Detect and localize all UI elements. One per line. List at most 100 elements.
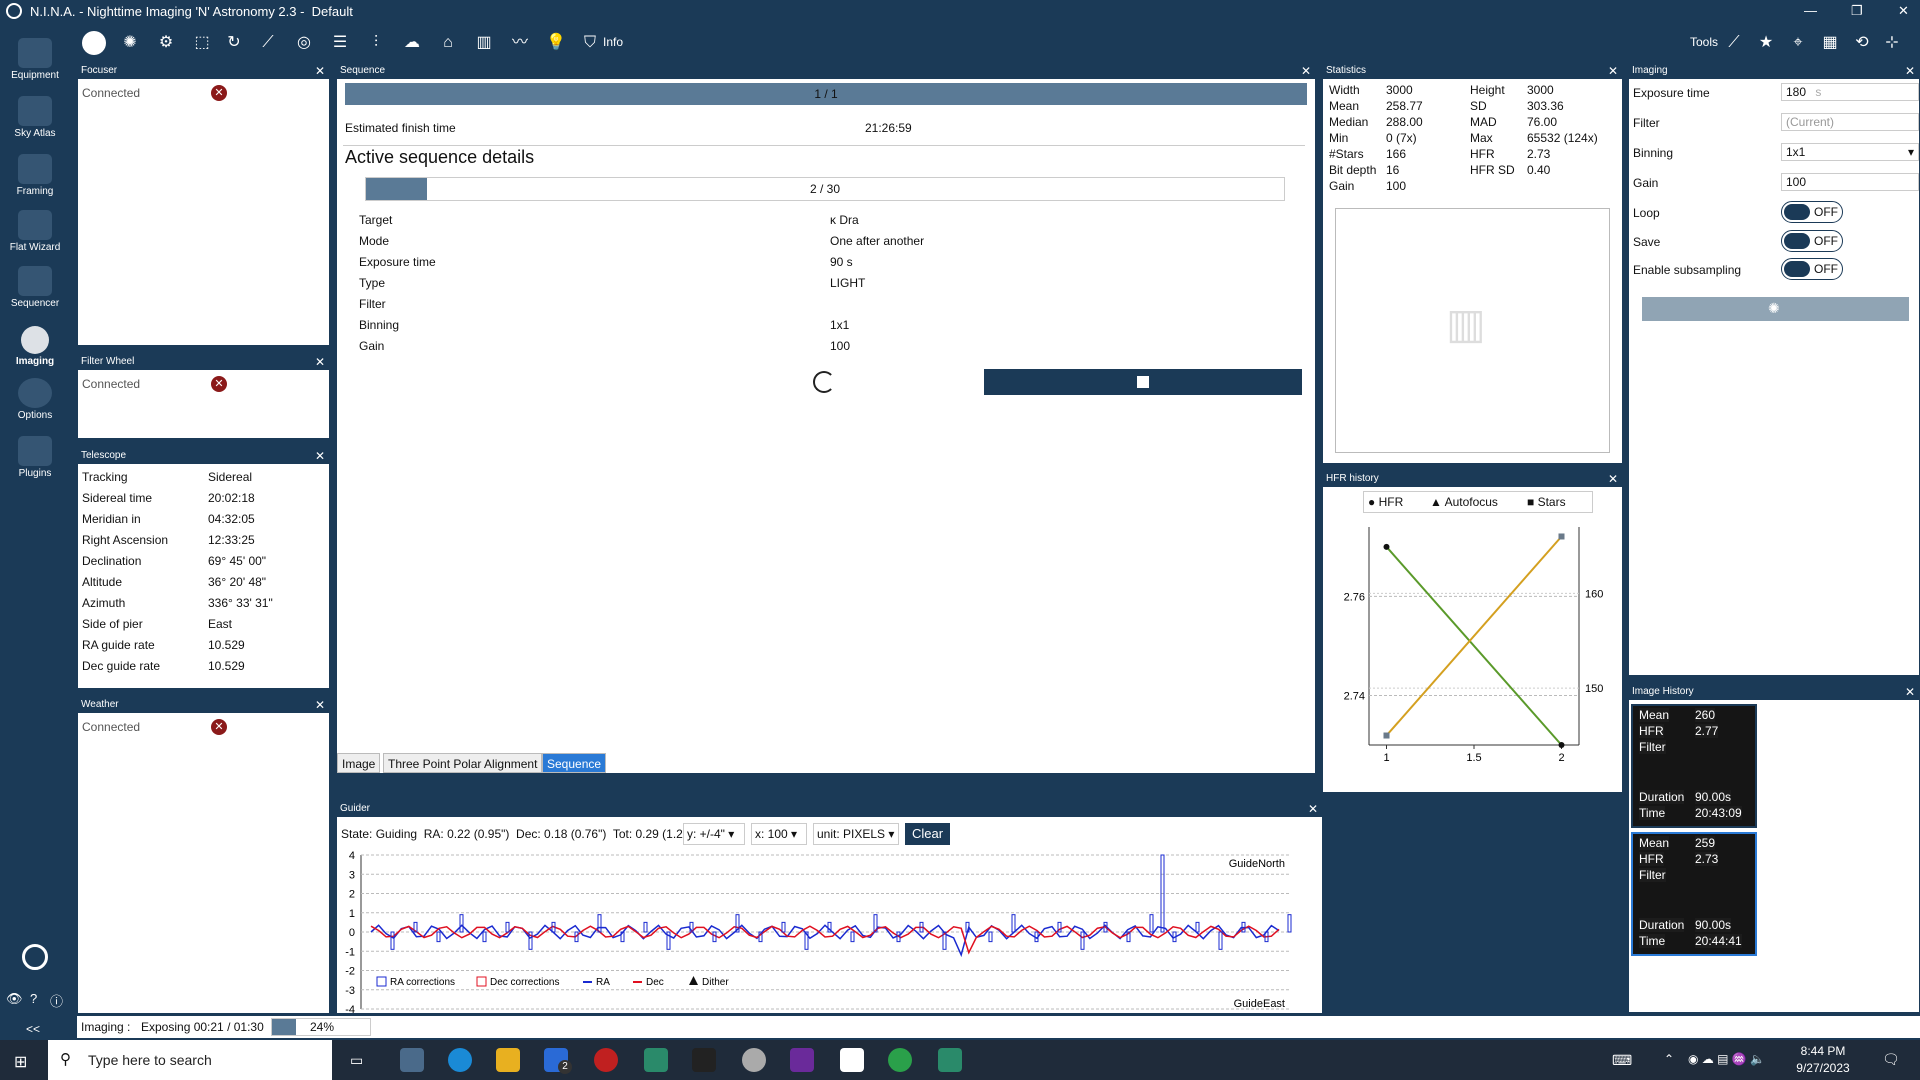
status-progress-fill xyxy=(272,1019,296,1035)
stop-sequence-button[interactable] xyxy=(984,369,1302,395)
guider-chart: 4 3 2 1 0 -1 -2 -3 -4 GuideNorth GuideEast RA corre… xyxy=(345,850,1292,1013)
overall-progress-bar: 1 / 1 xyxy=(345,83,1307,105)
info-icon[interactable]: ⓘ xyxy=(50,991,63,1010)
windows-start-icon[interactable]: ⊞ xyxy=(14,1052,27,1072)
guider-icon[interactable]: ◎ xyxy=(292,31,316,55)
history-icon[interactable]: ⟲ xyxy=(1850,31,1874,55)
close-icon[interactable]: ✕ xyxy=(1905,63,1915,79)
history-card[interactable]: Mean 259 HFR 2.73 Filter Duration 90.00s Ti… xyxy=(1631,832,1757,956)
close-icon[interactable]: ✕ xyxy=(315,354,325,370)
sidebar-item-plugins[interactable]: Plugins xyxy=(0,436,70,479)
app-icon-green[interactable] xyxy=(888,1048,912,1072)
keyboard-icon[interactable]: ⌨ xyxy=(1612,1052,1632,1069)
save-toggle[interactable]: OFF xyxy=(1781,230,1843,252)
mail-icon[interactable]: 2 xyxy=(544,1048,572,1074)
stop-icon xyxy=(1137,376,1149,388)
tray-icons[interactable]: ◉ ☁ ▤ ♒ 🔈 xyxy=(1688,1052,1765,1066)
hfr-left-tick: 2.76 xyxy=(1344,591,1365,603)
stat-label: MAD xyxy=(1470,115,1497,129)
weather-cloud-icon[interactable]: ☁ xyxy=(400,31,424,55)
filter-select[interactable]: (Current) xyxy=(1781,113,1919,131)
sidebar-item-framing[interactable]: Framing xyxy=(0,154,70,197)
stat-value: 3000 xyxy=(1527,83,1554,97)
taskbar-search-box[interactable]: ⚲ Type here to search xyxy=(48,1040,332,1080)
close-icon[interactable]: ✕ xyxy=(1608,63,1618,79)
sidebar-item-sequencer[interactable]: Sequencer xyxy=(0,266,70,309)
guider-y-tick: 1 xyxy=(349,908,355,920)
app-icon-planet[interactable] xyxy=(742,1048,766,1072)
close-icon[interactable]: ✕ xyxy=(1905,684,1915,700)
focus-target-icon[interactable]: ⊹ xyxy=(1880,31,1904,55)
collapse-sidebar-button[interactable]: << xyxy=(26,1022,40,1036)
sidebar-item-equipment[interactable]: Equipment xyxy=(0,38,70,81)
close-icon[interactable]: ✕ xyxy=(315,697,325,713)
close-icon[interactable]: ✕ xyxy=(1308,801,1318,817)
camera-icon[interactable] xyxy=(82,31,106,55)
minimize-button[interactable]: — xyxy=(1804,3,1817,18)
sidebar-item-flat-wizard[interactable]: Flat Wizard xyxy=(0,210,70,253)
rotate-icon[interactable]: ↻ xyxy=(222,31,246,55)
hfr-history-icon[interactable]: 〰 xyxy=(508,31,532,55)
notification-icon[interactable]: 🗨 xyxy=(1882,1051,1900,1068)
switch-icon[interactable]: ⫶ xyxy=(364,31,388,55)
flat-panel-bulb-icon[interactable]: 💡 xyxy=(544,31,568,55)
unit-select[interactable]: unit: PIXELS ▾ xyxy=(813,823,899,845)
sequence-list-icon[interactable]: ☰ xyxy=(328,31,352,55)
tab-three-point-polar-alignment[interactable]: Three Point Polar Alignment xyxy=(383,753,543,773)
app-icon-chart[interactable] xyxy=(644,1048,668,1072)
autofocus-icon[interactable]: ⌖ xyxy=(1786,31,1810,55)
app-icon-sky[interactable] xyxy=(790,1048,814,1072)
panel-title: Weather xyxy=(81,699,119,710)
dome-icon[interactable]: ⌂ xyxy=(436,31,460,55)
binning-select[interactable]: 1x1 ▾ xyxy=(1781,143,1919,161)
close-icon[interactable]: ✕ xyxy=(315,448,325,464)
ra-correction-bar xyxy=(436,931,441,943)
nina-taskbar-icon[interactable] xyxy=(400,1048,424,1072)
help-icon[interactable]: ? xyxy=(30,991,37,1006)
loop-toggle[interactable]: OFF xyxy=(1781,201,1843,223)
sidebar-item-imaging[interactable]: Imaging xyxy=(0,326,70,367)
x-scale-select[interactable]: x: 100 ▾ xyxy=(751,823,807,845)
history-card[interactable]: Mean 260 HFR 2.77 Filter Duration 90.00s Ti… xyxy=(1631,704,1757,828)
tab-image[interactable]: Image xyxy=(337,753,381,773)
safety-shield-icon[interactable]: ⛉ xyxy=(578,31,602,55)
close-icon[interactable]: ✕ xyxy=(315,63,325,79)
telescope-icon[interactable]: ⟋ xyxy=(256,31,280,55)
app-icon-curve[interactable] xyxy=(692,1048,716,1072)
maximize-button[interactable]: ❐ xyxy=(1851,3,1863,19)
app-icon-frame[interactable] xyxy=(840,1048,864,1072)
star-icon[interactable]: ★ xyxy=(1754,31,1778,55)
tools-label[interactable]: Tools xyxy=(1690,35,1718,49)
capture-button[interactable]: ✺ xyxy=(1642,297,1909,321)
power-icon[interactable] xyxy=(22,944,48,970)
telescope-tool-icon[interactable]: ⟋ xyxy=(1722,31,1746,55)
eye-icon[interactable]: 👁 xyxy=(6,991,23,1007)
close-icon[interactable]: ✕ xyxy=(1608,471,1618,487)
sidebar-item-sky-atlas[interactable]: Sky Atlas xyxy=(0,96,70,139)
app-icon-red[interactable] xyxy=(594,1048,618,1072)
guider-y-tick: 0 xyxy=(349,927,355,939)
file-explorer-icon[interactable] xyxy=(496,1048,520,1072)
app-icon-chart-2[interactable] xyxy=(938,1048,962,1072)
binning-label: Binning xyxy=(1633,146,1674,160)
plate-solve-icon[interactable]: ▦ xyxy=(1818,31,1842,55)
statistics-icon[interactable]: ▥ xyxy=(472,31,496,55)
legend-autofocus: ▲ Autofocus xyxy=(1430,495,1498,509)
info-button[interactable]: Info xyxy=(603,35,623,49)
focuser-icon[interactable]: ⚙ xyxy=(154,31,178,55)
tab-sequence[interactable]: Sequence xyxy=(542,753,607,773)
clear-button[interactable]: Clear xyxy=(905,823,951,845)
rotator-frame-icon[interactable]: ⬚ xyxy=(190,31,214,55)
close-icon[interactable]: ✕ xyxy=(1301,63,1311,79)
sidebar-item-options[interactable]: Options xyxy=(0,378,70,421)
task-view-icon[interactable]: ▭ xyxy=(350,1052,363,1069)
histogram-area: ▥ xyxy=(1335,208,1610,453)
exposure-input[interactable]: 180 s xyxy=(1781,83,1919,101)
edge-browser-icon[interactable] xyxy=(448,1048,472,1072)
chevron-up-icon[interactable]: ⌃ xyxy=(1664,1052,1674,1066)
close-button[interactable]: ✕ xyxy=(1898,3,1909,19)
y-scale-select[interactable]: y: +/-4" ▾ xyxy=(683,823,745,845)
filter-wheel-icon[interactable]: ✺ xyxy=(118,31,142,55)
gain-input[interactable]: 100 xyxy=(1781,173,1919,191)
subsample-toggle[interactable]: OFF xyxy=(1781,258,1843,280)
